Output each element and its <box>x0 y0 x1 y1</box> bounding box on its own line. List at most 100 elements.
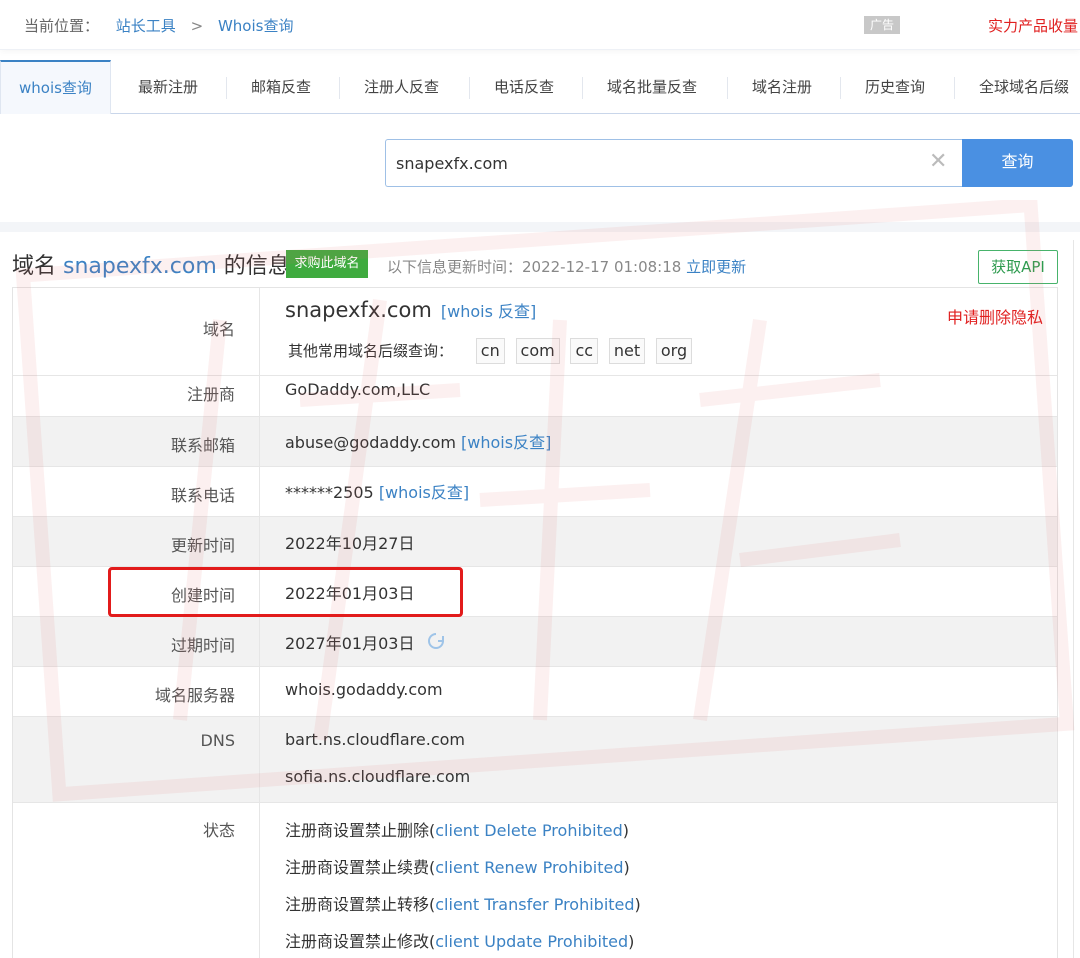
remove-privacy-link[interactable]: 申请删除隐私 <box>947 304 1043 328</box>
table-row-expires: 过期时间 2027年01月03日 <box>13 617 1057 667</box>
buy-domain-button[interactable]: 求购此域名 <box>286 250 368 278</box>
status-text: 注册商设置禁止修改( <box>285 932 436 951</box>
status-link[interactable]: client Delete Prohibited <box>435 821 623 840</box>
tab-latest-registered[interactable]: 最新注册 <box>138 60 198 114</box>
suffix-cn[interactable]: cn <box>475 338 505 364</box>
table-row-whois-server: 域名服务器 whois.godaddy.com <box>13 667 1057 717</box>
tab-batch-reverse[interactable]: 域名批量反查 <box>607 60 697 114</box>
tab-divider <box>226 77 227 99</box>
status-link[interactable]: client Transfer Prohibited <box>435 895 634 914</box>
ad-badge: 广告 <box>864 16 900 34</box>
get-api-button[interactable]: 获取API <box>978 250 1058 284</box>
refresh-icon[interactable] <box>426 631 446 651</box>
suffix-cc[interactable]: cc <box>570 338 599 364</box>
domain-search-input[interactable] <box>396 148 916 178</box>
clear-icon[interactable]: ✕ <box>929 150 949 174</box>
tab-whois[interactable]: whois查询 <box>0 60 111 114</box>
phone-value: ******2505 [whois反查] <box>285 479 469 503</box>
table-row-phone: 联系电话 ******2505 [whois反查] <box>13 467 1057 517</box>
suffix-org[interactable]: org <box>655 338 693 364</box>
status-link[interactable]: client Renew Prohibited <box>435 858 623 877</box>
status-item: 注册商设置禁止转移(client Transfer Prohibited) <box>285 891 641 915</box>
tab-divider <box>840 77 841 99</box>
breadcrumb-bar: 当前位置： 站长工具 > Whois查询 广告 实力产品收量 <box>0 0 1080 50</box>
breadcrumb-link-whois[interactable]: Whois查询 <box>218 17 294 35</box>
section-divider <box>0 222 1080 232</box>
suffix-net[interactable]: net <box>608 338 646 364</box>
dns-server-1: bart.ns.cloudflare.com <box>285 730 465 749</box>
row-label: 注册商 <box>186 385 235 404</box>
tab-divider <box>727 77 728 99</box>
search-field[interactable] <box>385 139 963 187</box>
update-time-text: 以下信息更新时间：2022-12-17 01:08:18 <box>387 258 682 276</box>
status-text: 注册商设置禁止转移( <box>285 895 436 914</box>
status-text: ) <box>623 858 630 877</box>
title-domain: snapexfx.com <box>63 254 217 279</box>
row-value-domain: snapexfx.com [whois 反查] <box>285 298 536 322</box>
expires-text: 2027年01月03日 <box>285 634 415 653</box>
registrar-value: GoDaddy.com,LLC <box>285 380 431 399</box>
phone-whois-reverse-link[interactable]: [whois反查] <box>379 483 469 502</box>
suffix-query: 其他常用域名后缀查询： cn com cc net org <box>288 338 698 364</box>
tab-divider <box>469 77 470 99</box>
breadcrumb-link-webmaster-tools[interactable]: 站长工具 <box>116 17 176 35</box>
status-text: 注册商设置禁止删除( <box>285 821 436 840</box>
row-label: 更新时间 <box>170 536 235 555</box>
email-value: abuse@godaddy.com [whois反查] <box>285 429 551 453</box>
status-text: ) <box>628 932 635 951</box>
table-row-updated: 更新时间 2022年10月27日 <box>13 517 1057 567</box>
row-label: DNS <box>200 731 235 750</box>
row-label: 联系电话 <box>170 486 235 505</box>
status-text: ) <box>634 895 641 914</box>
status-text: ) <box>622 821 630 840</box>
table-row-dns: DNS bart.ns.cloudflare.com sofia.ns.clou… <box>13 717 1057 803</box>
update-time: 以下信息更新时间：2022-12-17 01:08:18 立即更新 <box>387 256 746 277</box>
title-prefix: 域名 <box>12 254 57 279</box>
whois-table: 域名 snapexfx.com [whois 反查] 申请删除隐私 其他常用域名… <box>12 287 1058 958</box>
row-label: 联系邮箱 <box>170 436 235 455</box>
page-title: 域名 snapexfx.com 的信息 <box>12 248 290 280</box>
dns-server-2: sofia.ns.cloudflare.com <box>285 767 471 786</box>
ad-link[interactable]: 实力产品收量 <box>988 15 1078 36</box>
status-link[interactable]: client Update Prohibited <box>435 932 628 951</box>
email-text: abuse@godaddy.com <box>285 433 456 452</box>
tab-divider <box>582 77 583 99</box>
row-label: 状态 <box>202 821 235 840</box>
row-label: 域名 <box>202 320 235 339</box>
breadcrumb: 当前位置： 站长工具 > Whois查询 <box>24 15 293 36</box>
table-row-domain: 域名 snapexfx.com [whois 反查] 申请删除隐私 其他常用域名… <box>13 288 1057 376</box>
status-item: 注册商设置禁止删除(client Delete Prohibited) <box>285 817 629 841</box>
title-suffix: 的信息 <box>223 254 290 279</box>
refresh-now-link[interactable]: 立即更新 <box>686 258 746 276</box>
tool-tabs: whois查询 最新注册 邮箱反查 注册人反查 电话反查 域名批量反查 域名注册… <box>0 60 1080 114</box>
tab-registrant-reverse[interactable]: 注册人反查 <box>364 60 439 114</box>
whois-reverse-link[interactable]: [whois 反查] <box>441 302 536 321</box>
table-row-status: 状态 注册商设置禁止删除(client Delete Prohibited) 注… <box>13 803 1057 958</box>
tab-email-reverse[interactable]: 邮箱反查 <box>251 60 311 114</box>
tab-domain-register[interactable]: 域名注册 <box>752 60 812 114</box>
suffix-com[interactable]: com <box>515 338 560 364</box>
query-button[interactable]: 查询 <box>962 139 1073 187</box>
panel-border <box>1073 240 1074 958</box>
domain-name: snapexfx.com <box>285 298 432 322</box>
row-label: 过期时间 <box>170 636 235 655</box>
tab-phone-reverse[interactable]: 电话反查 <box>494 60 554 114</box>
tab-divider <box>954 77 955 99</box>
tab-global-suffixes[interactable]: 全球域名后缀 <box>979 60 1069 114</box>
table-row-email: 联系邮箱 abuse@godaddy.com [whois反查] <box>13 417 1057 467</box>
breadcrumb-location-label: 当前位置： <box>24 17 100 35</box>
updated-value: 2022年10月27日 <box>285 534 415 553</box>
whois-server-value: whois.godaddy.com <box>285 680 443 699</box>
suffix-label: 其他常用域名后缀查询： <box>288 342 454 360</box>
email-whois-reverse-link[interactable]: [whois反查] <box>461 433 551 452</box>
phone-text: ******2505 <box>285 483 374 502</box>
tab-divider <box>339 77 340 99</box>
status-item: 注册商设置禁止续费(client Renew Prohibited) <box>285 854 630 878</box>
expires-value: 2027年01月03日 <box>285 630 446 654</box>
row-label: 域名服务器 <box>154 686 235 705</box>
table-row-registrar: 注册商 GoDaddy.com,LLC <box>13 376 1057 417</box>
tab-history[interactable]: 历史查询 <box>865 60 925 114</box>
highlight-box <box>108 567 463 617</box>
status-text: 注册商设置禁止续费( <box>285 858 436 877</box>
breadcrumb-separator: > <box>190 17 204 35</box>
